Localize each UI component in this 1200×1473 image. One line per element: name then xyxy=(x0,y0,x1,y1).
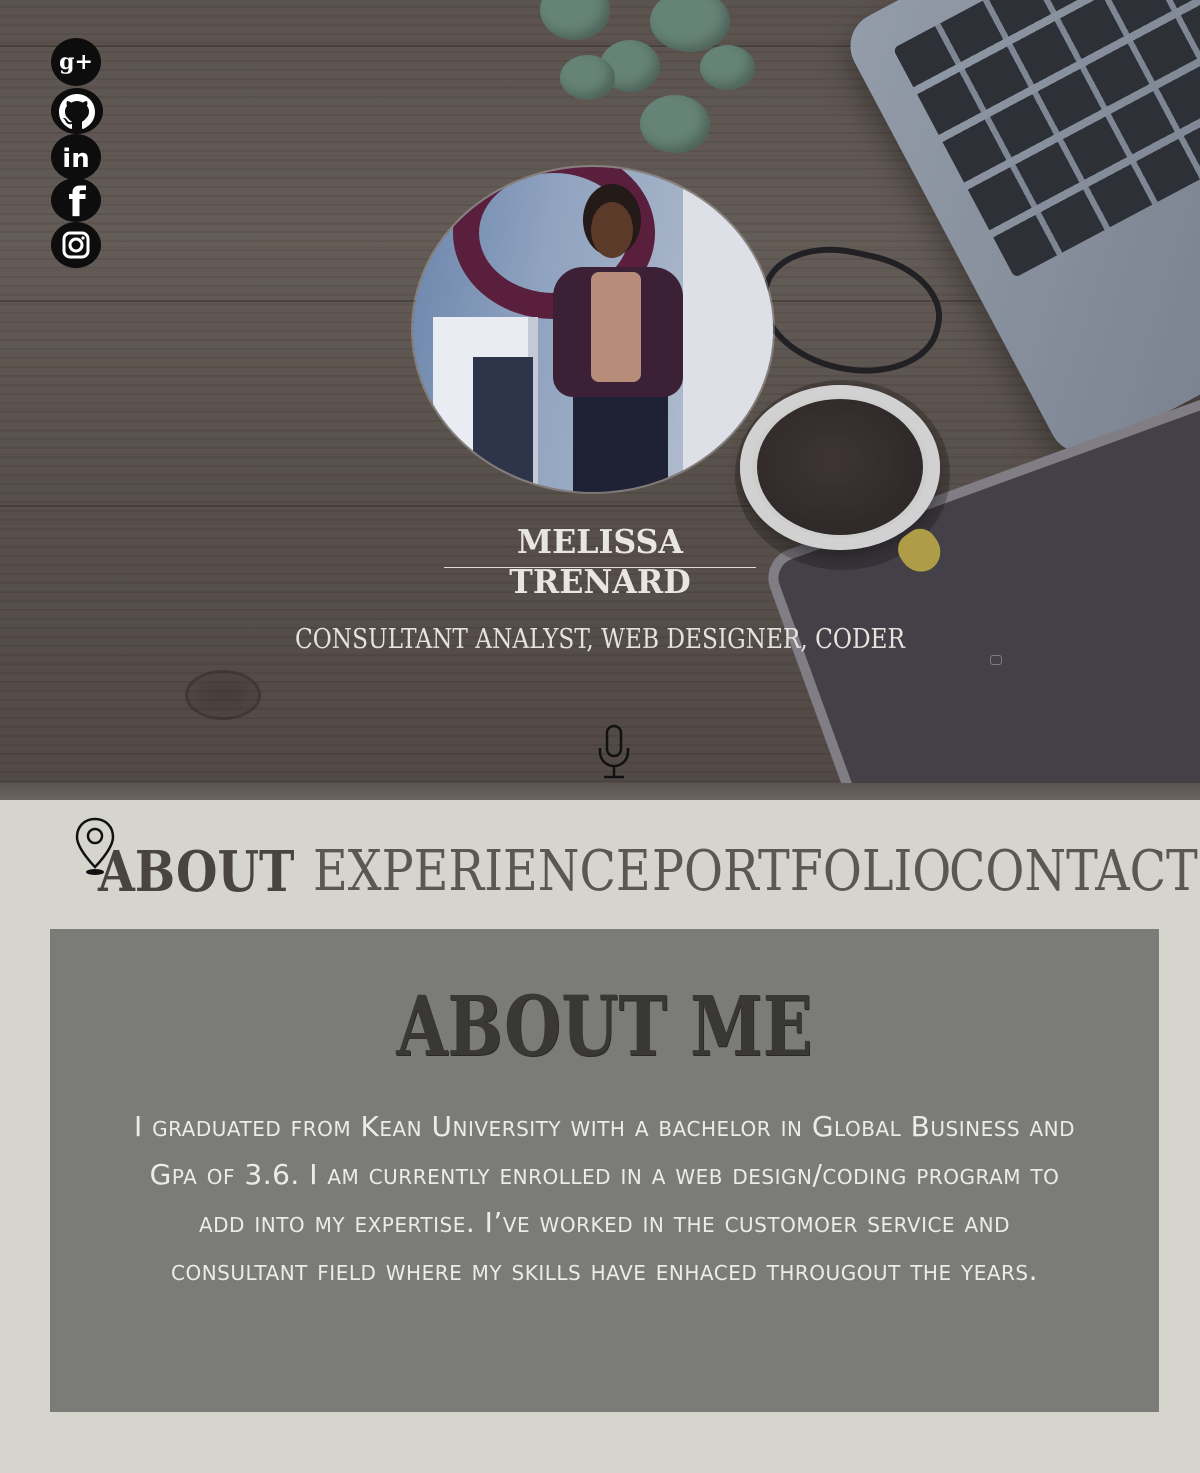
linkedin-icon[interactable]: in xyxy=(51,134,101,180)
nav-portfolio[interactable]: PORTFOLIO xyxy=(652,840,951,904)
hero-bottom-strip xyxy=(0,783,1200,800)
about-title: ABOUT ME xyxy=(396,979,813,1075)
nav-about[interactable]: ABOUT xyxy=(98,840,294,904)
about-text: I graduated from Kean University with a … xyxy=(133,1110,1076,1287)
about-section: ABOUT ME I graduated from Kean Universit… xyxy=(50,929,1159,1412)
profile-subtitle: CONSULTANT ANALYST, WEB DESIGNER, CODER xyxy=(295,624,905,655)
svg-text:f: f xyxy=(68,180,86,222)
profile-photo xyxy=(413,167,773,492)
facebook-icon[interactable]: f xyxy=(51,178,101,222)
profile-name: MELISSA TRENARD xyxy=(509,522,691,601)
svg-text:g+: g+ xyxy=(59,49,93,75)
nav-experience[interactable]: EXPERIENCE xyxy=(313,840,651,904)
google-plus-icon[interactable]: g+ xyxy=(51,38,101,86)
name-underline xyxy=(444,567,756,568)
instagram-icon[interactable] xyxy=(51,222,101,268)
svg-text:in: in xyxy=(62,144,89,174)
nav-contact[interactable]: CONTACT xyxy=(949,840,1198,904)
hero-banner: g+ in f MELISSA TRENARD CONSULTANT ANALY… xyxy=(0,0,1200,800)
microphone-icon[interactable] xyxy=(596,724,632,780)
github-icon[interactable] xyxy=(51,88,103,134)
